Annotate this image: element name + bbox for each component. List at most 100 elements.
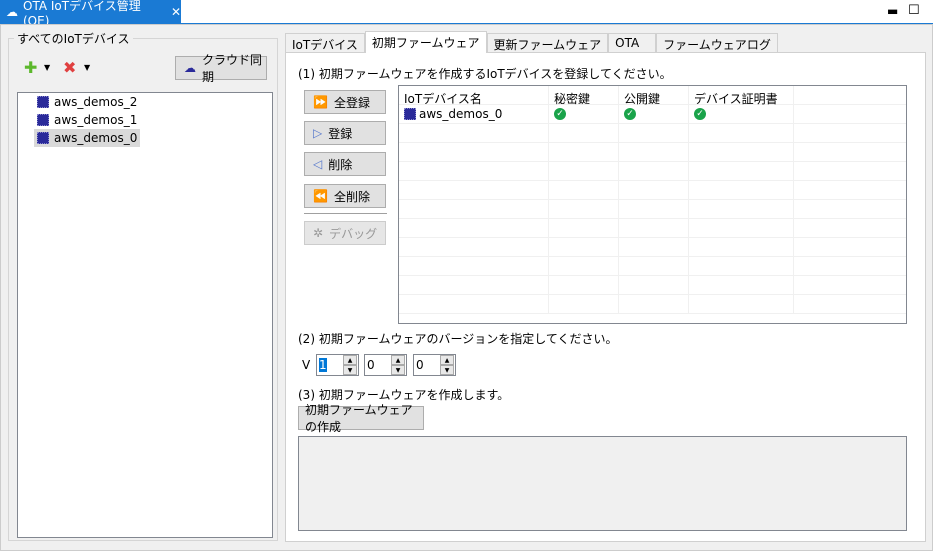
empty-cell	[399, 295, 549, 313]
row-device-name: aws_demos_0	[419, 107, 503, 121]
empty-row	[399, 257, 906, 276]
empty-row	[399, 162, 906, 181]
empty-cell	[549, 219, 619, 237]
right-icon: ▷	[313, 126, 323, 140]
empty-cell	[689, 257, 794, 275]
empty-cell	[399, 200, 549, 218]
device-tree[interactable]: aws_demos_2 aws_demos_1 aws_demos_0	[17, 92, 273, 538]
delete-dropdown-icon[interactable]: ▼	[84, 63, 90, 72]
tab-ota[interactable]: OTA	[608, 33, 657, 53]
maximize-icon[interactable]: ☐	[908, 3, 920, 18]
add-label: 登録	[328, 126, 353, 141]
cell-private-key: ✓	[549, 105, 619, 123]
view-tab[interactable]: ☁ OTA IoTデバイス管理 (QE) ✕	[0, 0, 181, 28]
empty-cell	[619, 238, 689, 256]
patch-spinner[interactable]: 0 ▲ ▼	[413, 354, 456, 376]
minor-value[interactable]: 0	[365, 358, 391, 372]
cloud-icon: ☁	[6, 5, 18, 19]
down-icon[interactable]: ▼	[343, 365, 357, 375]
up-icon[interactable]: ▲	[391, 355, 405, 365]
bug-icon: ✲	[313, 226, 324, 240]
device-name: aws_demos_1	[54, 113, 138, 127]
minimize-icon[interactable]: ▬	[887, 4, 898, 18]
empty-cell	[549, 200, 619, 218]
remove-all-button[interactable]: ⏪ 全削除	[304, 184, 386, 208]
major-spinner[interactable]: 1 ▲ ▼	[316, 354, 359, 376]
major-value[interactable]: 1	[317, 358, 343, 372]
delete-device-icon[interactable]: ✖	[63, 58, 76, 77]
chip-icon	[37, 132, 49, 144]
empty-row	[399, 143, 906, 162]
empty-cell	[399, 143, 549, 161]
tab-initial-firmware[interactable]: 初期ファームウェア	[364, 31, 487, 53]
empty-row	[399, 219, 906, 238]
empty-cell	[689, 276, 794, 294]
add-button[interactable]: ▷ 登録	[304, 121, 386, 145]
add-all-label: 全登録	[333, 95, 370, 110]
down-icon[interactable]: ▼	[391, 365, 405, 375]
empty-cell	[399, 219, 549, 237]
tree-item[interactable]: aws_demos_1	[34, 111, 140, 129]
empty-cell	[689, 295, 794, 313]
debug-label: デバッグ	[329, 226, 378, 241]
empty-cell	[399, 238, 549, 256]
empty-row	[399, 181, 906, 200]
empty-cell	[619, 276, 689, 294]
cloud-sync-button[interactable]: ☁ クラウド同期	[175, 53, 267, 84]
group-label: すべてのIoTデバイス	[14, 30, 133, 47]
cloud-icon: ☁	[184, 61, 196, 75]
close-icon[interactable]: ✕	[171, 5, 181, 19]
empty-cell	[619, 200, 689, 218]
up-icon[interactable]: ▲	[343, 355, 357, 365]
output-area[interactable]	[298, 436, 907, 531]
empty-cell	[689, 181, 794, 199]
empty-cell	[399, 276, 549, 294]
add-all-button[interactable]: ⏩ 全登録	[304, 90, 386, 114]
add-dropdown-icon[interactable]: ▼	[44, 63, 50, 72]
major-text: 1	[319, 358, 327, 372]
empty-cell	[549, 257, 619, 275]
empty-cell	[399, 257, 549, 275]
remove-button[interactable]: ◁ 削除	[304, 152, 386, 176]
double-right-icon: ⏩	[313, 95, 328, 109]
tab-update-firmware[interactable]: 更新ファームウェア	[486, 33, 609, 53]
device-name: aws_demos_0	[54, 131, 138, 145]
empty-cell	[399, 162, 549, 180]
empty-cell	[549, 124, 619, 142]
tab-bar: IoTデバイス 初期ファームウェア 更新ファームウェア OTA ファームウェアロ…	[285, 31, 778, 53]
up-icon[interactable]: ▲	[440, 355, 454, 365]
tree-item[interactable]: aws_demos_2	[34, 93, 140, 111]
cell-public-key: ✓	[619, 105, 689, 123]
empty-cell	[689, 143, 794, 161]
tree-item-selected[interactable]: aws_demos_0	[34, 129, 141, 147]
table-row[interactable]: aws_demos_0 ✓ ✓ ✓	[399, 105, 906, 124]
empty-cell	[619, 295, 689, 313]
check-icon: ✓	[624, 108, 636, 120]
check-icon: ✓	[554, 108, 566, 120]
empty-cell	[689, 124, 794, 142]
tab-firmware-log[interactable]: ファームウェアログ	[656, 33, 778, 53]
device-table[interactable]: IoTデバイス名 秘密鍵 公開鍵 デバイス証明書 aws_demos_0 ✓ ✓…	[398, 85, 907, 324]
empty-cell	[619, 143, 689, 161]
empty-cell	[619, 257, 689, 275]
minor-spinner[interactable]: 0 ▲ ▼	[364, 354, 407, 376]
device-name: aws_demos_2	[54, 95, 138, 109]
empty-row	[399, 276, 906, 295]
remove-label: 削除	[328, 157, 353, 172]
tab-iot-device[interactable]: IoTデバイス	[285, 33, 365, 53]
empty-cell	[399, 181, 549, 199]
empty-cell	[689, 162, 794, 180]
patch-value[interactable]: 0	[414, 358, 440, 372]
down-icon[interactable]: ▼	[440, 365, 454, 375]
cell-cert: ✓	[689, 105, 794, 123]
empty-row	[399, 200, 906, 219]
chip-icon	[37, 114, 49, 126]
create-firmware-button[interactable]: 初期ファームウェアの作成	[298, 403, 424, 434]
remove-all-label: 全削除	[333, 189, 370, 204]
empty-cell	[619, 181, 689, 199]
separator	[304, 213, 387, 214]
add-device-icon[interactable]: ✚	[24, 58, 37, 77]
version-prefix: V	[302, 358, 311, 372]
left-icon: ◁	[313, 157, 323, 171]
empty-cell	[619, 124, 689, 142]
